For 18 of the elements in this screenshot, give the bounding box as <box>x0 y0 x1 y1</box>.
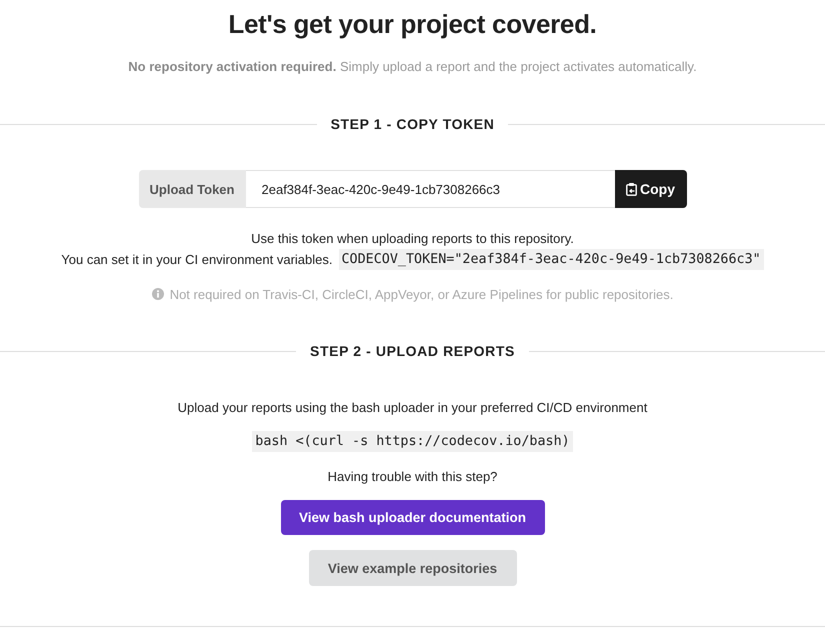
env-hint: You can set it in your CI environment variables. <box>61 250 332 269</box>
info-note: Not required on Travis-CI, CircleCI, AppVeyor, or Azure Pipelines for public repositories. <box>170 286 674 302</box>
token-label: Upload Token <box>138 170 246 208</box>
examples-button[interactable]: View example repositories <box>308 550 516 586</box>
command-code: bash <(curl -s https://codecov.io/bash) <box>252 431 573 452</box>
documentation-button[interactable]: View bash uploader documentation <box>280 500 544 535</box>
clipboard-icon <box>626 182 637 196</box>
step-heading: STEP 1 - COPY TOKEN <box>330 115 494 134</box>
upload-instructions: Upload your reports using the bash uploader in your preferred CI/CD environment <box>178 399 648 417</box>
token-field[interactable]: 2eaf384f-3eac-420c-9e49-1cb7308266c3 <box>246 170 614 208</box>
page-title: Let's get your project covered. <box>228 8 597 41</box>
copy-button[interactable]: Copy <box>614 170 686 208</box>
help-text: Having trouble with this step? <box>328 468 498 486</box>
env-variable-code: CODECOV_TOKEN="2eaf384f-3eac-420c-9e49-1cb7308266c3" <box>338 249 764 270</box>
page-subtitle: No repository activation required. Simply upload a report and the project activates automatically. <box>128 58 697 76</box>
info-icon <box>152 288 164 300</box>
token-instructions: Use this token when uploading reports to this repository. <box>251 230 574 248</box>
step-heading: STEP 2 - UPLOAD REPORTS <box>310 342 515 361</box>
